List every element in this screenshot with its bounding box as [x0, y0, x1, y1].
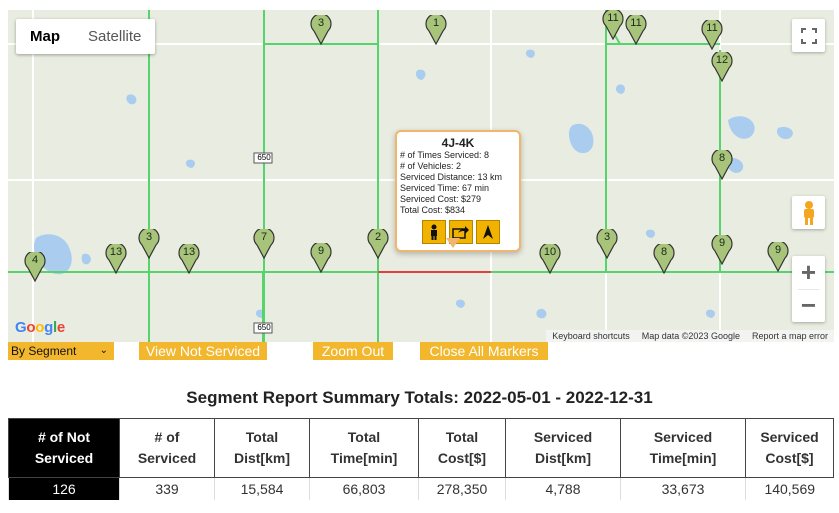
map-marker[interactable]: 11	[625, 15, 647, 45]
map-marker[interactable]: 4	[24, 252, 46, 282]
map-marker[interactable]: 13	[178, 244, 200, 274]
person-button[interactable]	[422, 220, 446, 244]
segment-mode-select[interactable]: By Segment ⌄	[8, 342, 114, 360]
view-not-serviced-button[interactable]: View Not Serviced	[139, 342, 267, 360]
map-marker[interactable]: 11	[701, 20, 723, 50]
zoom-out-text-button[interactable]: Zoom Out	[313, 342, 393, 360]
google-logo[interactable]: Google	[15, 319, 65, 336]
road-shield-label: 650	[257, 153, 271, 162]
map-type-satellite-button[interactable]: Satellite	[74, 19, 155, 54]
value-serviced-dist: 4,788	[505, 477, 621, 500]
value-total-dist: 15,584	[214, 477, 310, 500]
value-serviced-time: 33,673	[620, 477, 746, 500]
map-marker[interactable]: 1	[425, 15, 447, 45]
value-serviced-cost: 140,569	[745, 477, 834, 500]
segment-info-window: 4J-4K # of Times Serviced: 8 # of Vehicl…	[395, 130, 521, 252]
info-window-pointer	[446, 238, 460, 248]
map-marker[interactable]: 11	[602, 10, 624, 40]
header-serviced-dist: Serviced Dist[km]	[505, 418, 621, 478]
fullscreen-button[interactable]	[792, 19, 825, 52]
report-map-error-link[interactable]: Report a map error	[746, 331, 834, 341]
info-line-serviced-distance: Serviced Distance: 13 km	[400, 172, 503, 182]
road-shield-label: 650	[257, 323, 271, 332]
map-toolbar: By Segment ⌄ View Not Serviced Zoom Out …	[8, 342, 834, 360]
fullscreen-icon	[800, 27, 817, 44]
map-marker[interactable]: 9	[310, 243, 332, 273]
header-total-time: Total Time[min]	[309, 418, 419, 478]
zoom-out-button[interactable]: −	[792, 289, 825, 322]
pegman-icon	[803, 200, 814, 225]
header-not-serviced: # of Not Serviced	[8, 418, 120, 478]
summary-values-row: 126 339 15,584 66,803 278,350 4,788 33,6…	[8, 477, 834, 500]
header-total-dist: Total Dist[km]	[214, 418, 310, 478]
map-marker[interactable]: 3	[596, 229, 618, 259]
summary-title: Segment Report Summary Totals: 2022-05-0…	[186, 388, 653, 407]
map-attribution: Keyboard shortcuts Map data ©2023 Google…	[546, 330, 834, 342]
info-line-times-serviced: # of Times Serviced: 8	[400, 150, 490, 160]
zoom-in-button[interactable]: +	[792, 256, 825, 289]
map-marker[interactable]: 8	[653, 244, 675, 274]
share-arrow-icon	[452, 226, 469, 239]
navigate-button[interactable]	[476, 220, 500, 244]
summary-header-row: # of Not Serviced # of Serviced Total Dist[…	[8, 418, 834, 478]
navigation-arrow-icon	[483, 225, 493, 239]
header-serviced-time: Serviced Time[min]	[620, 418, 746, 478]
close-all-markers-button[interactable]: Close All Markers	[420, 342, 548, 360]
value-total-time: 66,803	[309, 477, 419, 500]
keyboard-shortcuts-link[interactable]: Keyboard shortcuts	[546, 331, 636, 341]
street-view-pegman[interactable]	[792, 196, 825, 229]
value-not-serviced: 126	[8, 477, 120, 500]
map-marker[interactable]: 9	[711, 235, 733, 265]
info-line-serviced-time: Serviced Time: 67 min	[400, 183, 490, 193]
map-type-map-button[interactable]: Map	[16, 19, 74, 54]
summary-table: # of Not Serviced # of Serviced Total Dist[…	[8, 418, 834, 500]
map-marker[interactable]: 7	[253, 229, 275, 259]
segment-mode-value: By Segment	[11, 344, 77, 358]
map-type-control: Map Satellite	[16, 19, 156, 54]
info-line-serviced-cost: Serviced Cost: $279	[400, 194, 482, 204]
map-marker[interactable]: 8	[711, 150, 733, 180]
map-marker[interactable]: 13	[105, 244, 127, 274]
info-window-title: 4J-4K	[441, 136, 475, 150]
header-total-cost: Total Cost[$]	[418, 418, 506, 478]
value-total-cost: 278,350	[418, 477, 506, 500]
header-serviced-count: # of Serviced	[119, 418, 215, 478]
map-canvas[interactable]: 650 650 Map Satellite + − Google Keyboar…	[8, 10, 834, 342]
chevron-down-icon: ⌄	[99, 345, 108, 356]
map-marker[interactable]: 2	[367, 229, 389, 259]
zoom-control: + −	[792, 256, 825, 322]
info-line-vehicles: # of Vehicles: 2	[400, 161, 462, 171]
person-icon	[431, 224, 437, 240]
map-marker[interactable]: 12	[711, 52, 733, 82]
map-marker[interactable]: 10	[539, 244, 561, 274]
map-marker[interactable]: 3	[310, 15, 332, 45]
info-line-total-cost: Total Cost: $834	[400, 205, 466, 215]
map-data-text: Map data ©2023 Google	[641, 331, 740, 341]
value-serviced-count: 339	[119, 477, 215, 500]
map-marker[interactable]: 3	[138, 229, 160, 259]
map-marker[interactable]: 9	[767, 242, 789, 272]
header-serviced-cost: Serviced Cost[$]	[745, 418, 834, 478]
